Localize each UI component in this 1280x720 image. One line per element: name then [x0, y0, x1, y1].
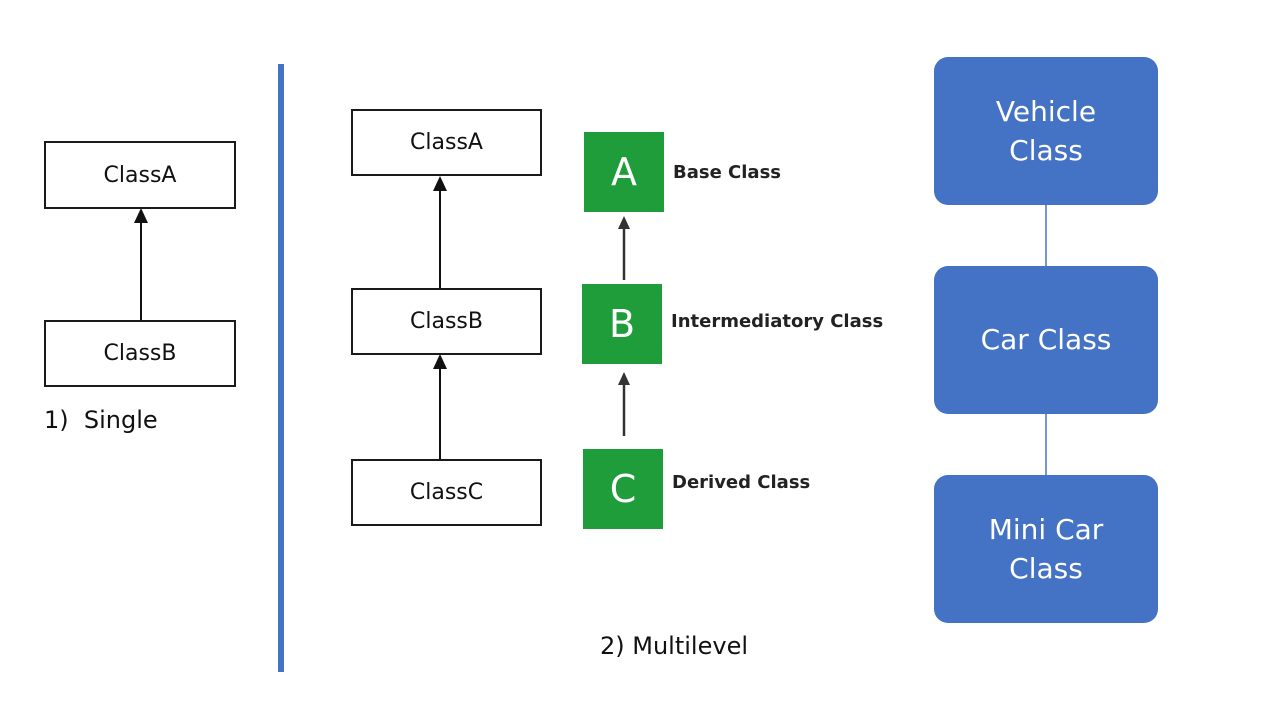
multilevel-class-c-box: ClassC [351, 459, 542, 526]
single-class-b-label: ClassB [103, 341, 177, 366]
green-arrow-b-to-a [618, 216, 630, 280]
multilevel-class-b-box: ClassB [351, 288, 542, 355]
base-class-label: Base Class [673, 162, 782, 183]
derived-class-box: C [583, 449, 663, 529]
multilevel-arrow-c-to-b [433, 354, 447, 459]
green-arrow-c-to-b [618, 372, 630, 436]
intermediatory-class-letter: B [608, 302, 636, 346]
multilevel-class-a-label: ClassA [410, 130, 483, 155]
vehicle-class-box: Vehicle Class [934, 57, 1158, 205]
single-class-a-label: ClassA [103, 162, 177, 188]
car-class-label: Car Class [980, 323, 1112, 357]
vehicle-class-label: Vehicle Class [995, 94, 1097, 167]
multilevel-class-c-label: ClassC [409, 480, 484, 505]
section-divider [278, 64, 284, 672]
multilevel-class-b-label: ClassB [410, 309, 483, 334]
multilevel-caption: 2) Multilevel [600, 632, 748, 660]
base-class-box: A [584, 132, 664, 212]
mini-car-class-box: Mini Car Class [934, 475, 1158, 623]
derived-class-label: Derived Class [672, 472, 811, 493]
car-class-box: Car Class [934, 266, 1158, 414]
base-class-letter: A [611, 150, 637, 194]
derived-class-letter: C [609, 467, 637, 511]
intermediatory-class-box: B [582, 284, 662, 364]
mini-car-class-label: Mini Car Class [988, 512, 1104, 585]
single-class-a-box: ClassA [44, 141, 236, 209]
single-class-b-box: ClassB [44, 320, 236, 387]
multilevel-arrow-b-to-a [433, 176, 447, 288]
multilevel-class-a-box: ClassA [351, 109, 542, 176]
intermediatory-class-label: Intermediatory Class [671, 311, 884, 332]
single-inheritance-arrow [134, 208, 148, 320]
single-caption: 1) Single [44, 406, 158, 434]
